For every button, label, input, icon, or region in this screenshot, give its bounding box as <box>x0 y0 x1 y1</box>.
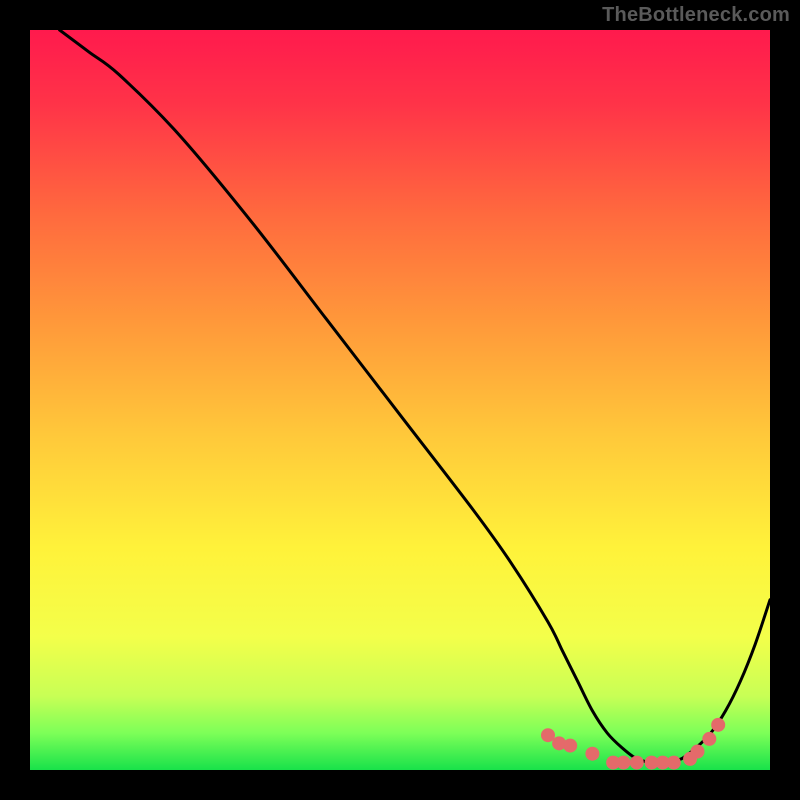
bottleneck-chart <box>30 30 770 770</box>
plot-area <box>30 30 770 770</box>
marker-dot <box>585 747 599 761</box>
marker-dot <box>711 718 725 732</box>
marker-dot <box>702 732 716 746</box>
marker-dot <box>690 745 704 759</box>
marker-dot <box>630 756 644 770</box>
watermark-text: TheBottleneck.com <box>602 4 790 27</box>
outer-frame: TheBottleneck.com <box>0 0 800 800</box>
gradient-background <box>30 30 770 770</box>
marker-dot <box>667 756 681 770</box>
marker-dot <box>563 739 577 753</box>
marker-dot <box>616 756 630 770</box>
